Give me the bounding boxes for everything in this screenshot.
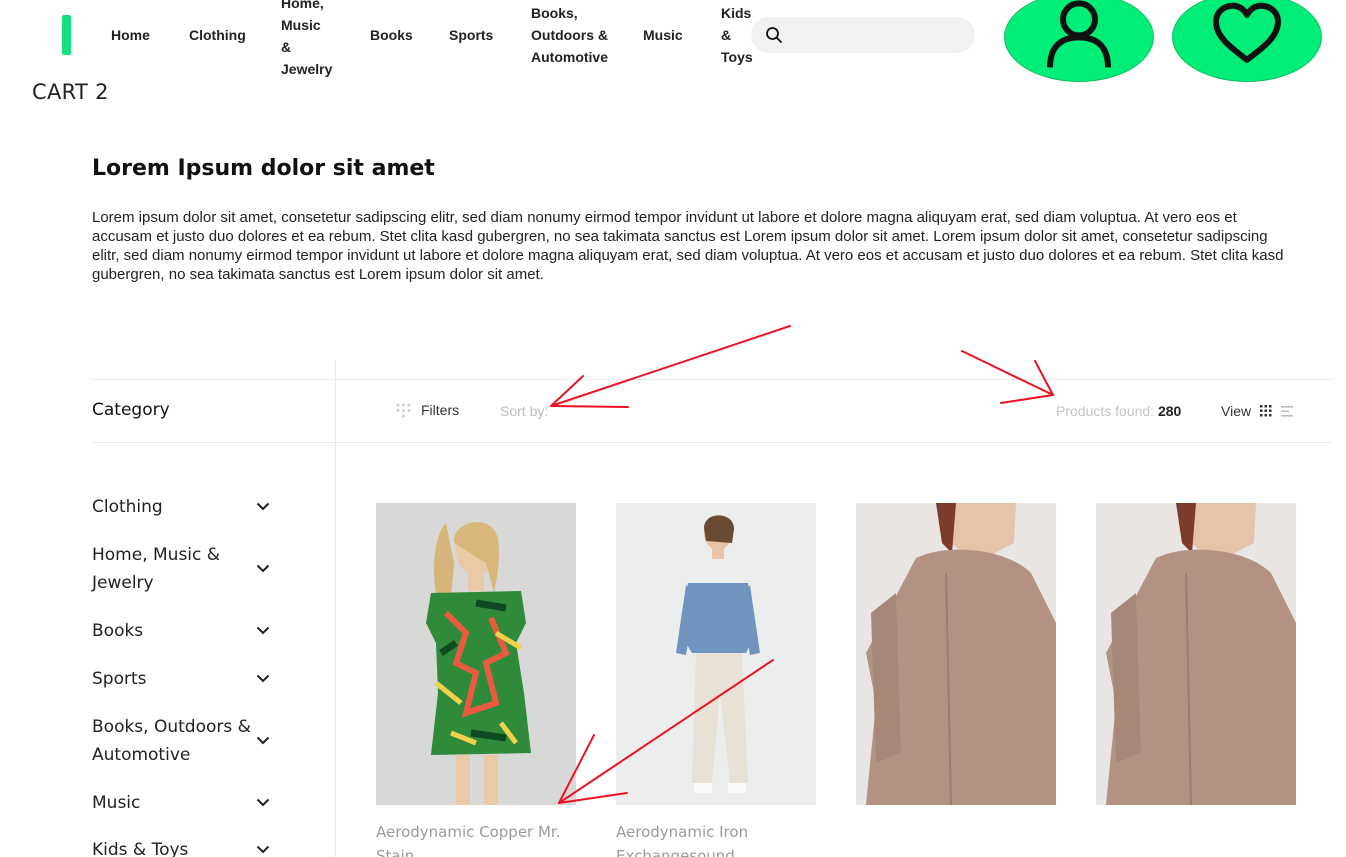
nav-item-sports[interactable]: Sports	[449, 24, 493, 46]
chevron-down-icon[interactable]	[256, 564, 270, 573]
category-item-books[interactable]: Books	[92, 617, 282, 645]
product-image[interactable]	[1096, 503, 1296, 806]
chevron-down-icon[interactable]	[256, 674, 270, 683]
search-bar	[751, 17, 975, 53]
chevron-down-icon[interactable]	[256, 798, 270, 807]
heart-icon	[1213, 2, 1281, 63]
view-label: View	[1221, 403, 1252, 419]
product-card[interactable]: Aerodynamic Copper Mr. Stain	[376, 503, 576, 857]
chevron-down-icon[interactable]	[256, 626, 270, 635]
category-item-books-outdoors-automotive[interactable]: Books, Outdoors & Automotive	[92, 713, 282, 769]
list-view-icon[interactable]	[1281, 406, 1293, 417]
filters-label: Filters	[421, 402, 460, 418]
nav-item-kids-toys[interactable]: Kids & Toys	[721, 2, 753, 68]
wishlist-button[interactable]	[1172, 0, 1322, 82]
nav-item-clothing[interactable]: Clothing	[189, 24, 246, 46]
products-found-count: 280	[1157, 403, 1182, 419]
divider	[92, 379, 1332, 380]
nav-item-music[interactable]: Music	[643, 24, 683, 46]
nav-item-home-music-jewelry[interactable]: Home, Music & Jewelry	[281, 0, 332, 80]
search-icon[interactable]	[765, 26, 783, 44]
page-title: Lorem Ipsum dolor sit amet	[92, 156, 435, 181]
page-description: Lorem ipsum dolor sit amet, consetetur s…	[92, 209, 1284, 283]
logo[interactable]	[62, 15, 71, 55]
category-label: Music	[92, 793, 141, 813]
chevron-down-icon[interactable]	[256, 736, 270, 745]
products-found-label: Products found:	[1056, 403, 1155, 419]
product-name[interactable]: Aerodynamic Iron Exchangesound	[616, 820, 816, 857]
sidebar-divider	[335, 360, 336, 857]
category-label: Books, Outdoors & Automotive	[92, 717, 251, 765]
category-item-clothing[interactable]: Clothing	[92, 493, 282, 521]
category-item-kids-toys[interactable]: Kids & Toys	[92, 836, 282, 857]
products-found: Products found: 280	[1056, 403, 1181, 419]
category-label: Books	[92, 621, 144, 641]
product-image[interactable]	[376, 503, 576, 805]
category-label: Home, Music & Jewelry	[92, 545, 221, 593]
chevron-down-icon[interactable]	[256, 502, 270, 511]
user-icon	[1047, 0, 1111, 68]
cart-label[interactable]: CART 2	[32, 80, 109, 104]
sort-dropdown[interactable]: Sort by:	[500, 403, 548, 419]
product-name[interactable]: Aerodynamic Copper Mr. Stain	[376, 820, 576, 857]
category-heading: Category	[92, 400, 170, 420]
category-item-music[interactable]: Music	[92, 789, 282, 817]
category-item-sports[interactable]: Sports	[92, 665, 282, 693]
category-label: Sports	[92, 669, 147, 689]
chevron-down-icon[interactable]	[256, 845, 270, 854]
grid-view-icon[interactable]	[1260, 405, 1272, 417]
product-image[interactable]	[856, 503, 1056, 806]
nav-item-home[interactable]: Home	[111, 24, 150, 46]
nav-item-books-outdoors-automotive[interactable]: Books, Outdoors & Automotive	[531, 2, 608, 68]
product-card[interactable]	[856, 503, 1056, 820]
divider	[92, 442, 1332, 443]
search-input[interactable]	[791, 21, 966, 49]
category-label: Clothing	[92, 497, 163, 517]
product-image[interactable]	[616, 503, 816, 805]
product-card[interactable]	[1096, 503, 1296, 820]
nav-item-books[interactable]: Books	[370, 24, 413, 46]
account-button[interactable]	[1004, 0, 1154, 82]
filter-icon	[396, 403, 411, 417]
category-label: Kids & Toys	[92, 840, 189, 857]
filters-button[interactable]: Filters	[396, 402, 459, 418]
category-item-home-music-jewelry[interactable]: Home, Music & Jewelry	[92, 541, 282, 597]
product-card[interactable]: Aerodynamic Iron Exchangesound	[616, 503, 816, 857]
